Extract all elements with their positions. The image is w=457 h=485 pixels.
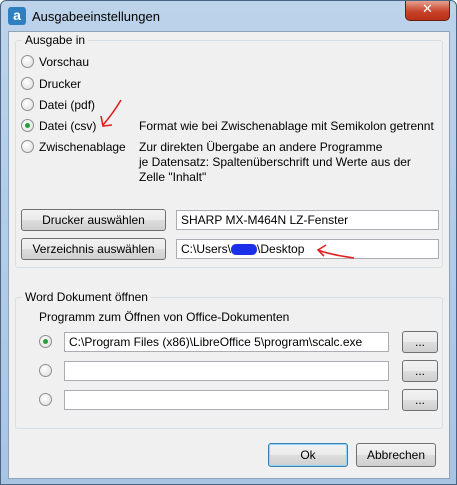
title-bar[interactable]: a Ausgabeeinstellungen ✕ — [1, 1, 456, 31]
clipboard-description: Zur direkten Übergabe an andere Programm… — [139, 140, 411, 185]
word-group-legend: Word Dokument öffnen — [22, 290, 151, 304]
clipboard-description-line: Zelle "Inhalt" — [139, 170, 207, 184]
radio-drucker[interactable] — [21, 77, 34, 90]
browse-button-1[interactable]: ... — [402, 331, 438, 353]
close-button[interactable]: ✕ — [405, 1, 450, 21]
csv-description: Format wie bei Zwischenablage mit Semiko… — [139, 119, 434, 133]
radio-datei-pdf[interactable] — [21, 98, 34, 111]
radio-drucker-label[interactable]: Drucker — [39, 77, 81, 91]
radio-datei-csv-label[interactable]: Datei (csv) — [39, 119, 96, 133]
dialog-body: Ausgabe in Vorschau Drucker Datei (pdf) … — [8, 31, 450, 479]
close-icon: ✕ — [422, 2, 433, 17]
browse-button-3[interactable]: ... — [402, 389, 438, 411]
window-title: Ausgabeeinstellungen — [32, 9, 160, 24]
program-path-field-2[interactable] — [64, 361, 389, 381]
clipboard-description-line: Zur direkten Übergabe an andere Programm… — [139, 140, 383, 154]
program-radio-1[interactable] — [39, 335, 52, 348]
radio-datei-pdf-label[interactable]: Datei (pdf) — [39, 98, 95, 112]
program-radio-3[interactable] — [39, 393, 52, 406]
radio-datei-csv[interactable] — [21, 119, 34, 132]
radio-zwischenablage-label[interactable]: Zwischenablage — [39, 140, 126, 154]
radio-vorschau-label[interactable]: Vorschau — [39, 55, 89, 69]
program-label: Programm zum Öffnen von Office-Dokumente… — [39, 310, 290, 324]
redacted-username — [231, 244, 258, 256]
program-radio-2[interactable] — [39, 364, 52, 377]
program-path-field-1[interactable]: C:\Program Files (x86)\LibreOffice 5\pro… — [64, 332, 389, 352]
program-path-field-3[interactable] — [64, 390, 389, 410]
app-icon: a — [8, 7, 26, 25]
annotation-arrow-icon — [100, 99, 122, 127]
output-group-legend: Ausgabe in — [22, 33, 89, 47]
select-printer-button[interactable]: Drucker auswählen — [21, 209, 166, 231]
select-folder-button[interactable]: Verzeichnis auswählen — [21, 238, 166, 260]
radio-zwischenablage[interactable] — [21, 140, 34, 153]
cancel-button[interactable]: Abbrechen — [356, 443, 436, 467]
annotation-squiggle-arrow-icon — [316, 244, 355, 259]
ok-button[interactable]: Ok — [268, 443, 348, 467]
folder-field[interactable]: C:\Users\ \Desktop — [176, 239, 439, 259]
clipboard-description-line: je Datensatz: Spaltenüberschrift und Wer… — [139, 155, 411, 169]
radio-vorschau[interactable] — [21, 55, 34, 68]
dialog-window: a Ausgabeeinstellungen ✕ Ausgabe in Vors… — [0, 0, 457, 485]
folder-path-suffix: \Desktop — [257, 242, 305, 256]
printer-field[interactable]: SHARP MX-M464N LZ-Fenster — [176, 210, 439, 230]
folder-path-prefix: C:\Users\ — [181, 242, 232, 256]
browse-button-2[interactable]: ... — [402, 360, 438, 382]
